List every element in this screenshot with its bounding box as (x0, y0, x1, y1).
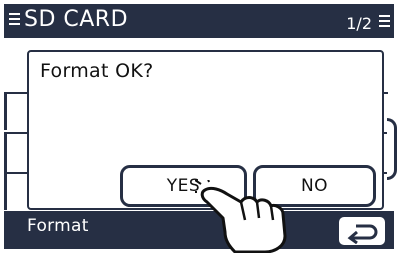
pointing-hand-icon (195, 180, 287, 253)
title-bar: SD CARD 1/2 (4, 4, 394, 38)
selected-item-label: Format (27, 216, 89, 236)
page-indicator: 1/2 (346, 14, 372, 33)
scroll-tab[interactable] (387, 118, 397, 180)
radio-display: SD CARD 1/2 Format Format OK? YES NO (0, 0, 398, 253)
list-divider (4, 132, 7, 172)
dialog-message: Format OK? (40, 60, 154, 82)
back-button[interactable] (336, 214, 388, 248)
list-divider (4, 174, 7, 210)
list-divider (4, 92, 7, 130)
list-icon (9, 13, 20, 28)
screen-title: SD CARD (24, 7, 129, 32)
return-arrow-icon (347, 224, 378, 244)
page-list-icon (379, 15, 390, 30)
